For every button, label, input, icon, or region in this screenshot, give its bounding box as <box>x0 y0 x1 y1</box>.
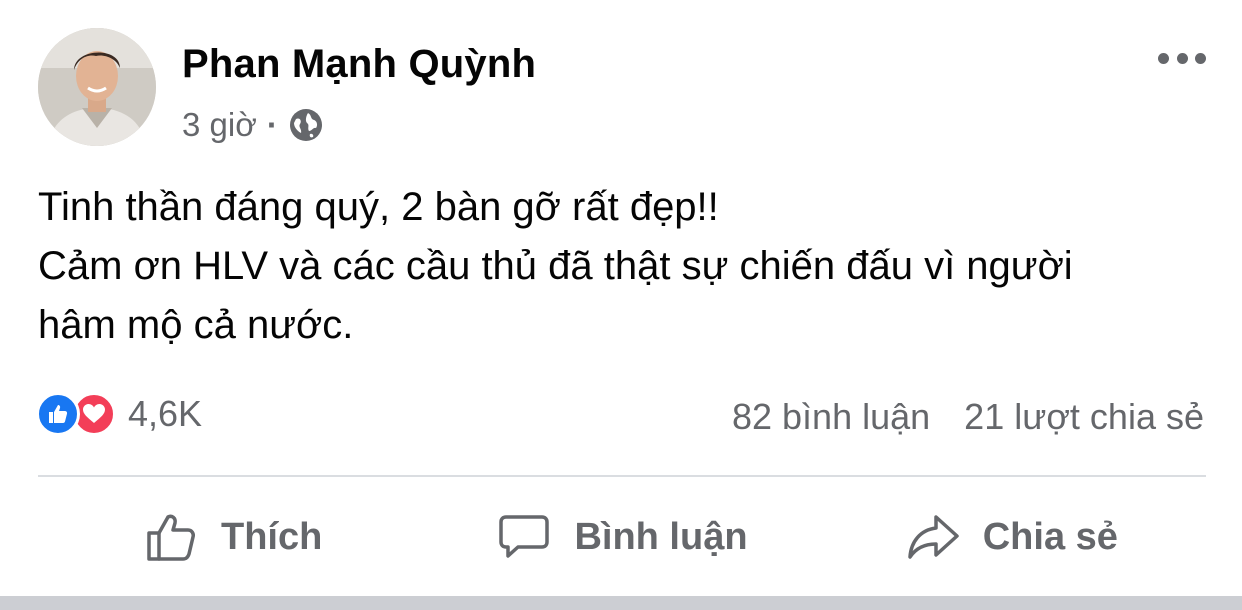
author-avatar[interactable] <box>38 28 156 146</box>
more-dot <box>1158 52 1169 64</box>
globe-icon[interactable] <box>288 107 324 143</box>
share-arrow-icon <box>907 515 959 559</box>
post-header: Phan Mạnh Quỳnh 3 giờ · <box>38 28 1208 148</box>
comment-button[interactable]: Bình luận <box>427 478 816 596</box>
comment-count-link[interactable]: 82 bình luận <box>732 396 930 438</box>
more-options-icon[interactable] <box>1158 48 1206 68</box>
comment-bubble-icon <box>499 515 550 558</box>
post-stats: 4,6K 82 bình luận 21 lượt chia sẻ <box>36 390 1206 442</box>
post-text-line: Tinh thần đáng quý, 2 bàn gỡ rất đẹp!! <box>38 185 719 229</box>
post-meta: 3 giờ · <box>182 106 324 144</box>
more-dot <box>1195 52 1206 64</box>
comment-label: Bình luận <box>574 515 748 558</box>
like-label: Thích <box>221 515 323 558</box>
post-text-line: Cảm ơn HLV và các cầu thủ đã thật sự chi… <box>38 244 1073 288</box>
share-button[interactable]: Chia sẻ <box>817 478 1206 596</box>
reaction-count: 4,6K <box>128 393 203 434</box>
post-text-line: hâm mộ cả nước. <box>38 303 354 347</box>
engagement-counts: 82 bình luận 21 lượt chia sẻ <box>732 396 1204 438</box>
share-label: Chia sẻ <box>982 515 1118 558</box>
reactions-summary[interactable]: 4,6K <box>36 392 202 436</box>
like-button[interactable]: Thích <box>38 478 427 596</box>
meta-separator: · <box>266 106 278 143</box>
author-name[interactable]: Phan Mạnh Quỳnh <box>182 42 536 87</box>
share-count-link[interactable]: 21 lượt chia sẻ <box>964 396 1204 438</box>
post-content: Tinh thần đáng quý, 2 bàn gỡ rất đẹp!! C… <box>38 178 1208 355</box>
feed-separator <box>0 596 1242 610</box>
avatar-photo <box>38 28 156 146</box>
post-time[interactable]: 3 giờ <box>182 106 257 144</box>
post-card: Phan Mạnh Quỳnh 3 giờ · Tinh thần đáng q… <box>0 0 1242 596</box>
action-bar: Thích Bình luận Chia sẻ <box>38 478 1206 596</box>
like-reaction-icon <box>36 392 80 436</box>
thumbs-up-icon <box>147 514 195 561</box>
more-dot <box>1176 52 1188 64</box>
action-divider <box>38 475 1206 477</box>
